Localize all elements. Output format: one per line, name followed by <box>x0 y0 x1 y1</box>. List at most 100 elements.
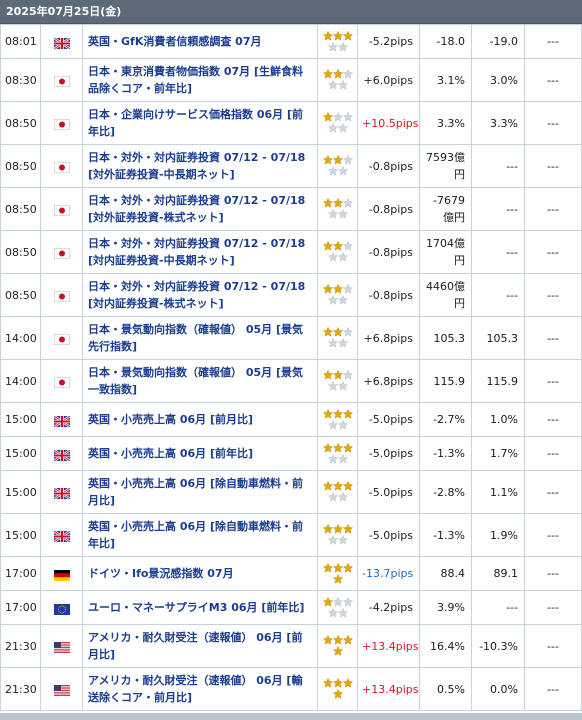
star-filled-icon <box>332 241 343 251</box>
previous-value: --- <box>524 316 582 360</box>
event-name-link[interactable]: アメリカ・耐久財受注（速報値） 06月 [輸送除くコア・前月比] <box>82 667 318 711</box>
event-name-link[interactable]: 日本・対外・対内証券投資 07/12 - 07/18 [対外証券投資-株式ネット… <box>82 187 318 231</box>
event-name-text[interactable]: 日本・景気動向指数（確報値） 05月 [景気一致指数] <box>88 364 313 398</box>
star-filled-icon <box>332 30 343 41</box>
star-empty-icon <box>337 607 348 618</box>
japan-flag-icon <box>53 247 70 259</box>
importance-cell <box>317 402 358 437</box>
event-name-text[interactable]: ドイツ・Ifo景況感指数 07月 <box>88 565 313 582</box>
japan-flag-icon <box>53 204 70 216</box>
event-name-text[interactable]: アメリカ・耐久財受注（速報値） 06月 [前月比] <box>88 629 313 663</box>
previous-value: --- <box>524 667 582 711</box>
star-empty-icon <box>327 123 338 133</box>
event-name-text[interactable]: アメリカ・耐久財受注（速報値） 06月 [輸送除くコア・前月比] <box>88 672 313 706</box>
star-filled-icon <box>342 481 353 491</box>
star-filled-icon <box>322 241 333 251</box>
event-name-link[interactable]: ドイツ・Ifo景況感指数 07月 <box>82 556 318 591</box>
event-name-link[interactable]: アメリカ・耐久財受注（速報値） 06月 [前月比] <box>82 624 318 668</box>
event-name-text[interactable]: 英国・小売売上高 06月 [除自動車燃料・前年比] <box>88 518 313 552</box>
star-empty-icon <box>342 155 353 165</box>
actual-value: 88.4 <box>419 556 472 591</box>
star-filled-icon <box>322 635 333 645</box>
star-empty-icon <box>342 198 353 208</box>
importance-cell <box>317 316 358 360</box>
uk-flag-icon <box>52 36 71 50</box>
event-name-link[interactable]: 日本・景気動向指数（確報値） 05月 [景気一致指数] <box>82 359 318 403</box>
pips-change: +13.4pips <box>357 667 420 711</box>
japan-flag-icon <box>53 75 70 87</box>
event-name-link[interactable]: 英国・小売売上高 06月 [前年比] <box>82 436 318 471</box>
country-flag-cell <box>40 624 83 668</box>
star-empty-icon <box>327 607 338 618</box>
event-name-link[interactable]: 英国・小売売上高 06月 [除自動車燃料・前年比] <box>82 513 318 557</box>
pips-change: -0.8pips <box>357 187 420 231</box>
star-empty-icon <box>337 252 348 262</box>
star-empty-icon <box>342 284 353 294</box>
actual-value: -1.3% <box>419 436 472 471</box>
previous-value: --- <box>524 436 582 471</box>
footer-bar <box>0 713 582 720</box>
event-name-link[interactable]: 日本・東京消費者物価指数 07月 [生鮮食料品除くコア・前年比] <box>82 58 318 102</box>
event-name-link[interactable]: 日本・対外・対内証券投資 07/12 - 07/18 [対外証券投資-中長期ネッ… <box>82 144 318 188</box>
forecast-value: 89.1 <box>471 556 525 591</box>
importance-stars <box>321 596 355 619</box>
event-name-link[interactable]: 日本・対外・対内証券投資 07/12 - 07/18 [対内証券投資-株式ネット… <box>82 273 318 317</box>
event-time: 21:30 <box>0 667 41 711</box>
event-name-link[interactable]: ユーロ・マネーサプライM3 06月 [前年比] <box>82 590 318 625</box>
event-time: 08:30 <box>0 58 41 102</box>
table-row: 08:50 日本・対外・対内証券投資 07/12 - 07/18 [対外証券投資-… <box>0 144 582 188</box>
star-empty-icon <box>327 252 338 262</box>
event-name-text[interactable]: 日本・企業向けサービス価格指数 06月 [前年比] <box>88 106 313 140</box>
event-name-link[interactable]: 日本・景気動向指数（確報値） 05月 [景気先行指数] <box>82 316 318 360</box>
star-filled-icon <box>322 562 333 573</box>
pips-change: +13.4pips <box>357 624 420 668</box>
country-flag-cell <box>40 144 83 188</box>
forecast-value: --- <box>471 144 525 188</box>
event-name-link[interactable]: 英国・小売売上高 06月 [前月比] <box>82 402 318 437</box>
event-name-text[interactable]: ユーロ・マネーサプライM3 06月 [前年比] <box>88 599 313 616</box>
event-name-text[interactable]: 日本・対外・対内証券投資 07/12 - 07/18 [対内証券投資-株式ネット… <box>88 278 313 312</box>
event-name-text[interactable]: 日本・景気動向指数（確報値） 05月 [景気先行指数] <box>88 321 313 355</box>
event-name-text[interactable]: 英国・GfK消費者信頼感調査 07月 <box>88 33 313 50</box>
event-name-text[interactable]: 日本・対外・対内証券投資 07/12 - 07/18 [対外証券投資-中長期ネッ… <box>88 149 313 183</box>
importance-cell <box>317 359 358 403</box>
event-name-text[interactable]: 英国・小売売上高 06月 [除自動車燃料・前月比] <box>88 475 313 509</box>
event-time: 08:01 <box>0 24 41 59</box>
star-empty-icon <box>337 41 348 52</box>
actual-value: -7679億円 <box>419 187 472 231</box>
event-name-text[interactable]: 日本・対外・対内証券投資 07/12 - 07/18 [対外証券投資-株式ネット… <box>88 192 313 226</box>
table-row: 17:00 ドイツ・Ifo景況感指数 07月 -13.7pips 88.4 89.1 --… <box>0 556 582 591</box>
event-name-link[interactable]: 日本・企業向けサービス価格指数 06月 [前年比] <box>82 101 318 145</box>
star-filled-icon <box>332 198 343 208</box>
star-filled-icon <box>342 408 353 419</box>
event-name-link[interactable]: 英国・GfK消費者信頼感調査 07月 <box>82 24 318 59</box>
event-name-text[interactable]: 英国・小売売上高 06月 [前年比] <box>88 445 313 462</box>
star-empty-icon <box>337 492 348 502</box>
star-empty-icon <box>327 166 338 176</box>
table-row: 08:50 日本・対外・対内証券投資 07/12 - 07/18 [対外証券投資-… <box>0 187 582 231</box>
event-name-link[interactable]: 英国・小売売上高 06月 [除自動車燃料・前月比] <box>82 470 318 514</box>
star-filled-icon <box>322 408 333 419</box>
actual-value: -2.7% <box>419 402 472 437</box>
economic-calendar: 2025年07月25日(金) 08:01 英国・GfK消費者信頼感調査 07月 -5… <box>0 0 582 720</box>
event-name-text[interactable]: 日本・東京消費者物価指数 07月 [生鮮食料品除くコア・前年比] <box>88 63 313 97</box>
star-filled-icon <box>342 30 353 41</box>
star-filled-icon <box>332 646 343 656</box>
previous-value: --- <box>524 556 582 591</box>
forecast-value: 105.3 <box>471 316 525 360</box>
country-flag-cell <box>40 667 83 711</box>
forecast-value: --- <box>471 230 525 274</box>
forecast-value: 1.9% <box>471 513 525 557</box>
event-name-link[interactable]: 日本・対外・対内証券投資 07/12 - 07/18 [対内証券投資-中長期ネッ… <box>82 230 318 274</box>
pips-change: -13.7pips <box>357 556 420 591</box>
star-filled-icon <box>332 573 343 584</box>
importance-stars <box>321 198 355 220</box>
event-name-text[interactable]: 英国・小売売上高 06月 [前月比] <box>88 411 313 428</box>
star-filled-icon <box>332 524 343 534</box>
pips-change: -5.0pips <box>357 513 420 557</box>
actual-value: -2.8% <box>419 470 472 514</box>
importance-stars <box>321 370 355 392</box>
country-flag-cell <box>40 590 83 625</box>
event-name-text[interactable]: 日本・対外・対内証券投資 07/12 - 07/18 [対内証券投資-中長期ネッ… <box>88 235 313 269</box>
star-filled-icon <box>332 442 343 453</box>
